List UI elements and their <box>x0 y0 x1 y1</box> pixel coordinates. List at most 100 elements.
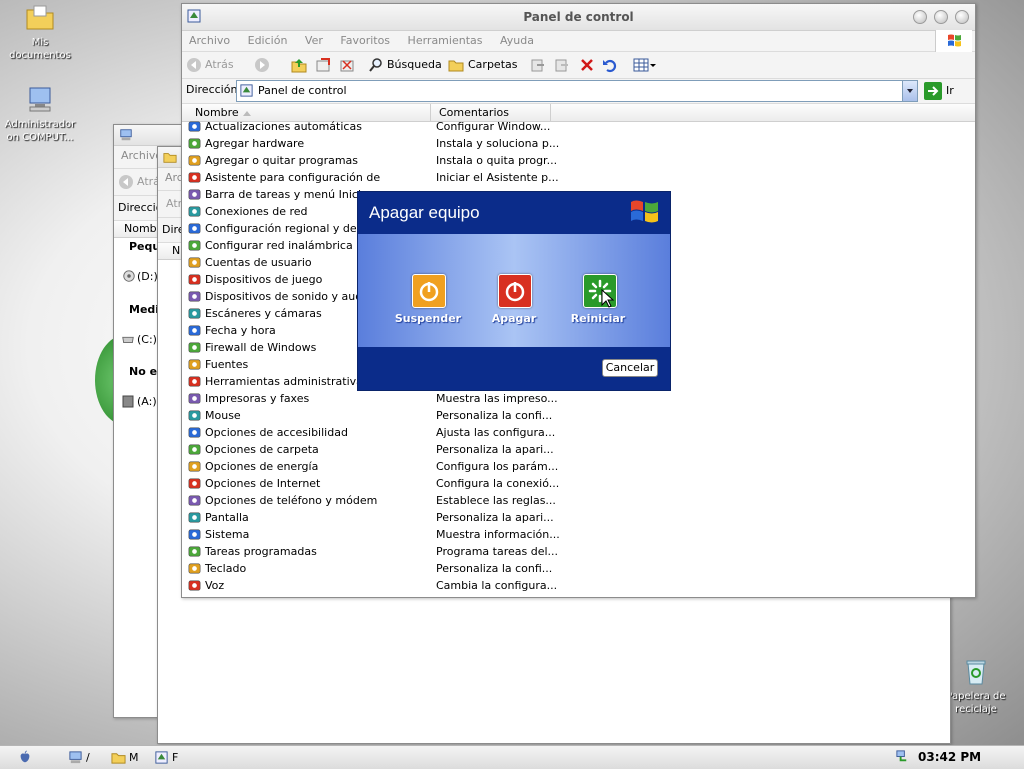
list-item-name: Configurar red inalámbrica <box>205 239 353 252</box>
list-item-name: Asistente para configuración de <box>205 171 381 184</box>
list-item[interactable]: Agregar o quitar programas Instala o quit… <box>182 152 972 169</box>
cancel-button-label: Cancelar <box>605 361 655 374</box>
hard-drive-icon <box>122 336 134 343</box>
control-panel-item-icon <box>188 257 201 268</box>
list-item[interactable]: Asistente para configuración de Iniciar e… <box>182 169 972 186</box>
control-panel-item-icon <box>188 393 201 404</box>
up-folder-icon[interactable] <box>291 57 307 73</box>
desktop-icon-label: Papelera de reciclaje <box>946 691 1006 715</box>
back-button-label[interactable]: Atrás <box>205 57 234 73</box>
menu-item-herramientas[interactable]: Herramientas <box>401 31 490 47</box>
close-button[interactable] <box>955 10 969 24</box>
taskbar-task-folder[interactable]: M <box>111 749 143 766</box>
list-item[interactable]: Voz Cambia la configura... <box>182 577 972 594</box>
list-item[interactable]: Mouse Personaliza la confi... <box>182 407 972 424</box>
taskbar-task-control-panel[interactable]: F <box>154 749 186 766</box>
address-input[interactable]: Panel de control <box>236 80 918 102</box>
maximize-button[interactable] <box>934 10 948 24</box>
column-name[interactable]: N <box>172 244 180 257</box>
control-panel-item-icon <box>188 461 201 472</box>
menu-item-favoritos[interactable]: Favoritos <box>333 31 397 47</box>
group-heading: Pequ <box>129 240 161 253</box>
dialog-header: Apagar equipo <box>358 192 670 234</box>
network-tray-icon[interactable] <box>895 749 910 764</box>
cancel-button[interactable]: Cancelar <box>602 359 658 377</box>
search-button-label[interactable]: Búsqueda <box>387 57 442 73</box>
apple-icon[interactable] <box>18 750 32 764</box>
list-item[interactable]: Opciones de energía Configura los parám..… <box>182 458 972 475</box>
list-item[interactable]: Impresoras y faxes Muestra las impreso... <box>182 390 972 407</box>
list-item-comment: Personaliza la apari... <box>436 511 554 524</box>
menu-item-edicion[interactable]: Edición <box>241 31 295 47</box>
list-item-comment: Establece las reglas... <box>436 494 556 507</box>
window-title: Panel de control <box>523 10 634 24</box>
control-panel-item-icon <box>188 189 201 200</box>
list-item-comment: Muestra las impreso... <box>436 392 558 405</box>
shutdown-label: Apagar <box>491 312 537 325</box>
dialog-title: Apagar equipo <box>369 203 480 222</box>
menu-item-archivo[interactable]: Archivo <box>182 31 237 47</box>
folders-icon[interactable] <box>448 57 464 73</box>
address-dropdown-button[interactable] <box>902 81 917 101</box>
list-item[interactable]: Actualizaciones automáticas Configurar Wi… <box>182 118 972 135</box>
list-item-comment: Ajusta las configura... <box>436 426 556 439</box>
delete-icon[interactable] <box>579 57 595 73</box>
list-item[interactable]: Opciones de accesibilidad Ajusta las conf… <box>182 424 972 441</box>
list-item-name: Opciones de Internet <box>205 477 321 490</box>
list-item[interactable]: Opciones de teléfono y módem Establece la… <box>182 492 972 509</box>
control-panel-item-icon <box>188 580 201 591</box>
shutdown-button[interactable] <box>498 274 532 308</box>
minimize-button[interactable] <box>913 10 927 24</box>
list-item[interactable]: Sistema Muestra información... <box>182 526 972 543</box>
folders-button-label[interactable]: Carpetas <box>468 57 517 73</box>
list-item[interactable]: Agregar hardware Instala y soluciona p... <box>182 135 972 152</box>
restart-label: Reiniciar <box>570 312 626 325</box>
list-item-name: Conexiones de red <box>205 205 308 218</box>
control-panel-item-icon <box>188 529 201 540</box>
taskbar-task-admin[interactable]: / <box>68 749 100 766</box>
copy-to-icon[interactable] <box>339 57 355 73</box>
forward-arrow-icon[interactable] <box>254 57 270 73</box>
undo-icon[interactable] <box>602 57 618 73</box>
copy-icon[interactable] <box>554 57 570 73</box>
list-item-comment: Configura los parám... <box>436 460 559 473</box>
title-bar[interactable]: Panel de control <box>182 4 975 31</box>
list-item-name: Agregar o quitar programas <box>205 154 359 167</box>
list-item[interactable]: Teclado Personaliza la confi... <box>182 560 972 577</box>
list-item[interactable]: Pantalla Personaliza la apari... <box>182 509 972 526</box>
suspend-button[interactable] <box>412 274 446 308</box>
folder-icon <box>163 153 177 163</box>
shutdown-dialog[interactable]: Apagar equipo Cancelar Suspender Apagar … <box>357 191 671 391</box>
drive-label[interactable]: (A:) <box>137 395 157 408</box>
search-icon[interactable] <box>368 57 384 73</box>
list-item-name: Voz <box>205 579 225 592</box>
list-item[interactable]: Opciones de Internet Configura la conexió… <box>182 475 972 492</box>
mouse-cursor-icon <box>601 289 615 308</box>
move-to-icon[interactable] <box>315 57 331 73</box>
taskbar-clock[interactable]: 03:42 PM <box>918 750 981 764</box>
list-item-name: Configuración regional y de idio <box>205 222 380 235</box>
list-item-name: Dispositivos de juego <box>205 273 323 286</box>
control-panel-item-icon <box>188 325 201 336</box>
menu-item-ayuda[interactable]: Ayuda <box>493 31 541 47</box>
back-arrow-icon[interactable] <box>118 174 134 190</box>
list-item[interactable]: Opciones de carpeta Personaliza la apari.… <box>182 441 972 458</box>
drive-label[interactable]: (C:) <box>137 333 157 346</box>
menu-item-ver[interactable]: Ver <box>298 31 330 47</box>
list-item[interactable]: Tareas programadas Programa tareas del... <box>182 543 972 560</box>
back-arrow-icon[interactable] <box>186 57 202 73</box>
drive-label[interactable]: (D:) <box>137 270 158 283</box>
views-icon[interactable] <box>633 57 657 73</box>
desktop-icon-label: Mis documentos <box>9 37 71 61</box>
go-button-label[interactable]: Ir <box>946 83 954 99</box>
desktop-icon-admin-computer[interactable]: Administrador on COMPUT... <box>0 84 80 144</box>
back-button-label[interactable]: Atr <box>166 196 182 212</box>
desktop-icon-my-documents[interactable]: Mis documentos <box>0 2 80 62</box>
list-item-comment: Iniciar el Asistente p... <box>436 171 559 184</box>
computer-icon <box>120 129 132 141</box>
move-icon[interactable] <box>530 57 546 73</box>
list-item-name: Tareas programadas <box>205 545 317 558</box>
go-arrow-icon[interactable] <box>924 82 942 100</box>
control-panel-item-icon <box>188 308 201 319</box>
list-item-name: Cuentas de usuario <box>205 256 312 269</box>
